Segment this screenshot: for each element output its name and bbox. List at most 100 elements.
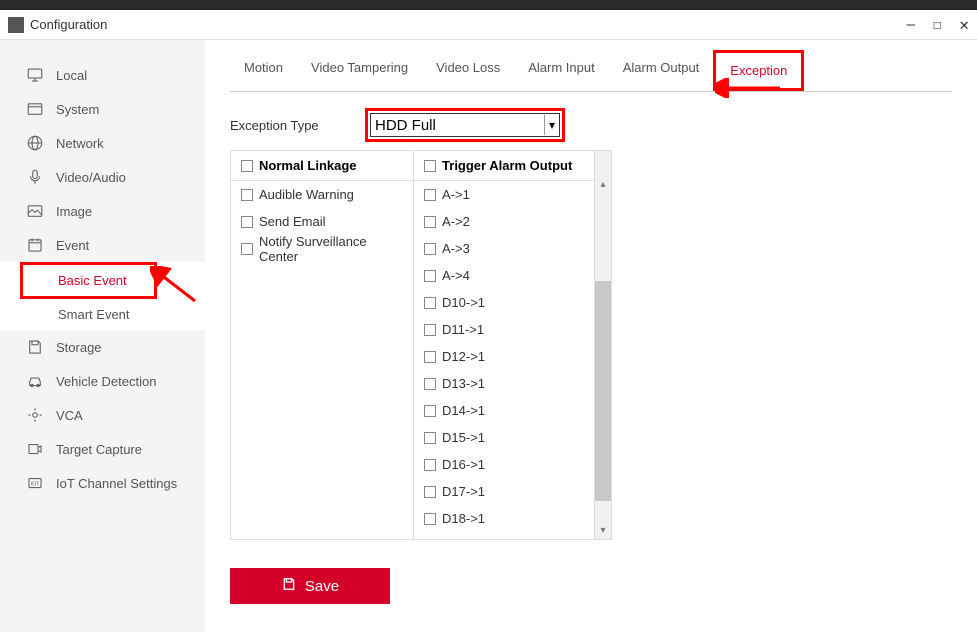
sidebar-item-iot[interactable]: IOT IoT Channel Settings — [0, 466, 205, 500]
save-button[interactable]: Save — [230, 568, 390, 604]
tab-video-loss[interactable]: Video Loss — [422, 50, 514, 91]
sidebar-label: Smart Event — [58, 307, 130, 322]
sidebar-item-target-capture[interactable]: Target Capture — [0, 432, 205, 466]
checkbox[interactable] — [241, 189, 253, 201]
exception-type-row: Exception Type HDD Full ▾ — [230, 108, 952, 142]
sidebar-item-vca[interactable]: VCA — [0, 398, 205, 432]
checkbox[interactable] — [424, 297, 436, 309]
linkage-row[interactable]: Send Email — [231, 208, 413, 235]
linkage-row[interactable]: D18->1 — [414, 505, 594, 532]
checkbox[interactable] — [424, 270, 436, 282]
sidebar-label: Basic Event — [58, 273, 127, 288]
svg-text:IOT: IOT — [31, 481, 41, 487]
tab-video-tampering[interactable]: Video Tampering — [297, 50, 422, 91]
sidebar-submenu: Basic Event Smart Event — [0, 262, 205, 330]
exception-type-label: Exception Type — [230, 118, 340, 133]
linkage-row[interactable]: A->2 — [414, 208, 594, 235]
sidebar-label: System — [56, 102, 99, 117]
sidebar-item-local[interactable]: Local — [0, 58, 205, 92]
mic-icon — [26, 168, 44, 186]
sidebar-label: Image — [56, 204, 92, 219]
select-value: HDD Full — [375, 117, 436, 134]
content-area: Motion Video Tampering Video Loss Alarm … — [205, 40, 977, 632]
checkbox[interactable] — [424, 351, 436, 363]
linkage-row[interactable]: A->1 — [414, 181, 594, 208]
sidebar-label: Event — [56, 238, 89, 253]
sidebar-label: VCA — [56, 408, 83, 423]
sidebar-item-vehicle-detection[interactable]: Vehicle Detection — [0, 364, 205, 398]
linkage-row[interactable]: D15->1 — [414, 424, 594, 451]
checkbox[interactable] — [241, 216, 253, 228]
checkbox[interactable] — [424, 405, 436, 417]
sidebar-label: Network — [56, 136, 104, 151]
maximize-button[interactable]: ☐ — [933, 17, 941, 33]
checkbox[interactable] — [241, 243, 253, 255]
linkage-row[interactable]: A->4 — [414, 262, 594, 289]
tabs: Motion Video Tampering Video Loss Alarm … — [230, 50, 952, 92]
sidebar-item-system[interactable]: System — [0, 92, 205, 126]
sidebar-label: Video/Audio — [56, 170, 126, 185]
linkage-row[interactable]: Notify Surveillance Center — [231, 235, 413, 262]
linkage-row[interactable]: D14->1 — [414, 397, 594, 424]
sidebar-label: Vehicle Detection — [56, 374, 156, 389]
linkage-row[interactable]: D13->1 — [414, 370, 594, 397]
scroll-up-icon[interactable]: ▴ — [595, 175, 611, 193]
image-icon — [26, 202, 44, 220]
checkbox-all-trigger[interactable] — [424, 160, 436, 172]
tab-alarm-output[interactable]: Alarm Output — [609, 50, 714, 91]
tab-motion[interactable]: Motion — [230, 50, 297, 91]
checkbox[interactable] — [424, 459, 436, 471]
checkbox[interactable] — [424, 243, 436, 255]
tab-alarm-input[interactable]: Alarm Input — [514, 50, 608, 91]
sidebar-item-video-audio[interactable]: Video/Audio — [0, 160, 205, 194]
checkbox-all-normal[interactable] — [241, 160, 253, 172]
sidebar-label: IoT Channel Settings — [56, 476, 177, 491]
monitor-icon — [26, 66, 44, 84]
sidebar-item-storage[interactable]: Storage — [0, 330, 205, 364]
sidebar-item-image[interactable]: Image — [0, 194, 205, 228]
minimize-button[interactable]: — — [906, 17, 914, 33]
checkbox[interactable] — [424, 486, 436, 498]
tab-exception[interactable]: Exception — [713, 50, 804, 91]
checkbox[interactable] — [424, 189, 436, 201]
sidebar-item-basic-event[interactable]: Basic Event — [23, 265, 154, 296]
checkbox[interactable] — [424, 324, 436, 336]
sidebar-item-smart-event[interactable]: Smart Event — [0, 299, 205, 330]
checkbox[interactable] — [424, 513, 436, 525]
chevron-down-icon: ▾ — [544, 115, 555, 135]
sidebar-item-network[interactable]: Network — [0, 126, 205, 160]
exception-type-select[interactable]: HDD Full ▾ — [370, 113, 560, 137]
trigger-alarm-column: Trigger Alarm Output A->1 A->2 A->3 A->4… — [414, 151, 595, 539]
globe-icon — [26, 134, 44, 152]
config-window: Configuration — ☐ ✕ Local System Network — [0, 10, 977, 632]
linkage-row[interactable]: Audible Warning — [231, 181, 413, 208]
calendar-icon — [26, 236, 44, 254]
linkage-row[interactable]: D11->1 — [414, 316, 594, 343]
sidebar-label: Target Capture — [56, 442, 142, 457]
checkbox[interactable] — [424, 378, 436, 390]
linkage-row[interactable]: D17->1 — [414, 478, 594, 505]
scrollbar[interactable]: ▴ ▾ — [595, 151, 611, 539]
close-button[interactable]: ✕ — [959, 15, 969, 34]
sidebar: Local System Network Video/Audio Image E… — [0, 40, 205, 632]
annotation-highlight: HDD Full ▾ — [365, 108, 565, 142]
linkage-row[interactable]: D12->1 — [414, 343, 594, 370]
save-label: Save — [305, 578, 339, 595]
annotation-highlight: Basic Event — [20, 262, 157, 299]
normal-linkage-column: Normal Linkage Audible Warning Send Emai… — [231, 151, 414, 539]
app-icon — [8, 17, 24, 33]
titlebar: Configuration — ☐ ✕ — [0, 10, 977, 40]
system-icon — [26, 100, 44, 118]
checkbox[interactable] — [424, 216, 436, 228]
sidebar-item-event[interactable]: Event — [0, 228, 205, 262]
car-icon — [26, 372, 44, 390]
vca-icon — [26, 406, 44, 424]
sidebar-label: Local — [56, 68, 87, 83]
scroll-thumb[interactable] — [595, 281, 611, 501]
scroll-down-icon[interactable]: ▾ — [595, 521, 611, 539]
linkage-row[interactable]: D10->1 — [414, 289, 594, 316]
target-icon — [26, 440, 44, 458]
linkage-row[interactable]: A->3 — [414, 235, 594, 262]
checkbox[interactable] — [424, 432, 436, 444]
linkage-row[interactable]: D16->1 — [414, 451, 594, 478]
